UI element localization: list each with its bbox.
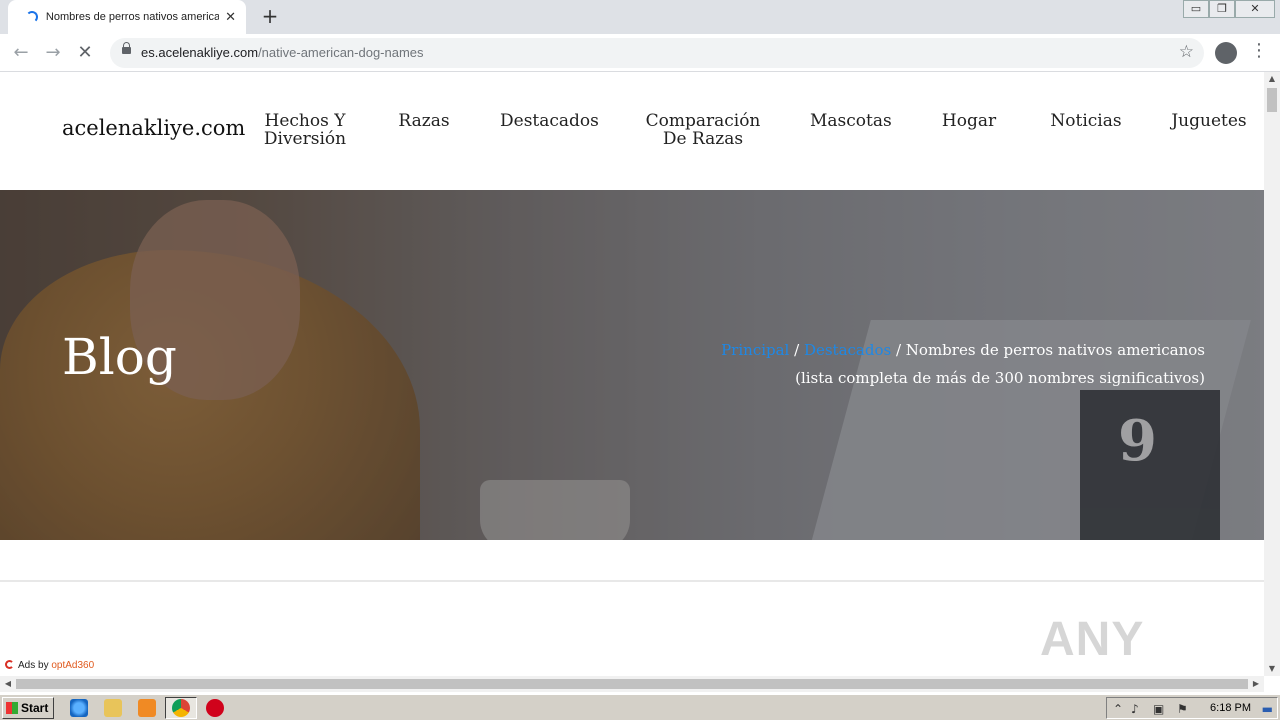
- tab-strip: Nombres de perros nativos americanos ✕ +…: [0, 0, 1280, 34]
- restore-button[interactable]: ❐: [1209, 0, 1235, 18]
- scroll-left-arrow-icon[interactable]: ◀: [0, 676, 16, 692]
- browser-menu-icon[interactable]: ⋮: [1250, 40, 1268, 61]
- tab-close-icon[interactable]: ✕: [225, 10, 236, 25]
- scroll-up-arrow-icon[interactable]: ▲: [1264, 72, 1280, 86]
- nav-item-comparacion[interactable]: Comparación De Razas: [645, 112, 761, 148]
- vertical-scrollbar[interactable]: ▲ ▼: [1264, 72, 1280, 676]
- optad-logo-icon: [5, 660, 14, 669]
- nav-item-hogar[interactable]: Hogar: [938, 112, 1000, 130]
- site-header: acelenakliye.com Hechos Y Diversión Raza…: [0, 72, 1264, 190]
- scroll-right-arrow-icon[interactable]: ▶: [1248, 676, 1264, 692]
- close-window-button[interactable]: ✕: [1235, 0, 1275, 18]
- profile-avatar-icon[interactable]: [1215, 42, 1237, 64]
- page-title: Blog: [62, 328, 177, 386]
- url-host: es.acelenakliye.com: [141, 45, 259, 60]
- internet-explorer-icon[interactable]: [70, 699, 88, 717]
- breadcrumb-separator: /: [789, 341, 804, 359]
- horizontal-scroll-thumb[interactable]: [16, 679, 1248, 689]
- ads-brand-link[interactable]: optAd360: [51, 660, 94, 671]
- nav-item-razas[interactable]: Razas: [398, 112, 450, 130]
- breadcrumb-category-link[interactable]: Destacados: [804, 341, 891, 359]
- chrome-taskbar-button[interactable]: [165, 697, 197, 719]
- start-button[interactable]: Start: [2, 697, 54, 719]
- start-label: Start: [21, 701, 49, 715]
- minimize-button[interactable]: ▭: [1183, 0, 1209, 18]
- forward-button[interactable]: →: [40, 40, 66, 66]
- url-text[interactable]: es.acelenakliye.com/native-american-dog-…: [141, 45, 424, 60]
- tab-title: Nombres de perros nativos americanos: [45, 11, 220, 23]
- chrome-icon: [172, 699, 190, 717]
- nav-item-noticias[interactable]: Noticias: [1049, 112, 1123, 130]
- action-center-flag-icon[interactable]: ⚑: [1177, 702, 1188, 716]
- horizontal-scrollbar[interactable]: ◀ ▶: [0, 676, 1264, 692]
- network-icon[interactable]: ▣: [1153, 702, 1164, 716]
- ads-attribution[interactable]: Ads by optAd360: [5, 660, 94, 671]
- lock-icon: [122, 42, 131, 54]
- bookmark-star-icon[interactable]: ☆: [1179, 42, 1194, 62]
- scroll-down-arrow-icon[interactable]: ▼: [1264, 662, 1280, 676]
- clock[interactable]: 6:18 PM: [1210, 702, 1251, 714]
- ads-prefix: Ads by: [18, 660, 52, 671]
- hero-banner: 9 Blog Principal / Destacados / Nombres …: [0, 190, 1264, 540]
- volume-icon[interactable]: ♪: [1131, 702, 1139, 716]
- url-path: /native-american-dog-names: [258, 45, 424, 60]
- address-bar[interactable]: es.acelenakliye.com/native-american-dog-…: [110, 38, 1204, 68]
- breadcrumb: Principal / Destacados / Nombres de perr…: [705, 336, 1205, 392]
- browser-tab[interactable]: Nombres de perros nativos americanos ✕: [8, 0, 246, 34]
- stop-loading-button[interactable]: ✕: [72, 40, 98, 66]
- nav-item-juguetes[interactable]: Juguetes: [1170, 112, 1248, 130]
- site-logo[interactable]: acelenakliye.com: [62, 116, 245, 140]
- nav-item-hechos[interactable]: Hechos Y Diversión: [262, 112, 348, 148]
- system-tray: ⌃ ♪ ▣ ⚑ 6:18 PM ▬: [1106, 697, 1278, 719]
- opera-icon[interactable]: [206, 699, 224, 717]
- anyrun-watermark: ANY RUN: [1040, 613, 1146, 676]
- nav-item-mascotas[interactable]: Mascotas: [810, 112, 892, 130]
- tray-expand-icon[interactable]: ⌃: [1113, 702, 1123, 716]
- loading-spinner-icon: [26, 11, 38, 23]
- breadcrumb-separator: /: [891, 341, 906, 359]
- browser-toolbar: ← → ✕ es.acelenakliye.com/native-america…: [0, 34, 1280, 72]
- back-button[interactable]: ←: [8, 40, 34, 66]
- vertical-scroll-thumb[interactable]: [1267, 88, 1277, 112]
- page-viewport: acelenakliye.com Hechos Y Diversión Raza…: [0, 72, 1264, 676]
- content-divider: [0, 580, 1264, 582]
- nav-item-destacados[interactable]: Destacados: [500, 112, 599, 130]
- windows-flag-icon: [6, 702, 18, 714]
- windows-taskbar: Start ⌃ ♪ ▣ ⚑ 6:18 PM ▬: [0, 694, 1280, 720]
- file-explorer-icon[interactable]: [104, 699, 122, 717]
- new-tab-button[interactable]: +: [258, 5, 282, 29]
- breadcrumb-home-link[interactable]: Principal: [721, 341, 789, 359]
- media-player-icon[interactable]: [138, 699, 156, 717]
- show-desktop-icon[interactable]: ▬: [1262, 702, 1273, 716]
